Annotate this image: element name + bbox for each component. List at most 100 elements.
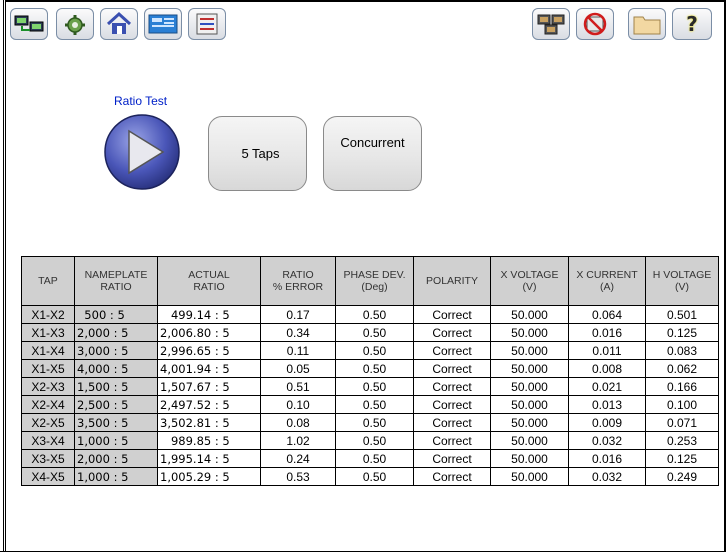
tap-cell: X1-X4 bbox=[21, 341, 75, 360]
help-button[interactable]: ? bbox=[672, 8, 712, 40]
x-current-cell: 0.013 bbox=[568, 395, 646, 414]
x-current-cell: 0.008 bbox=[568, 359, 646, 378]
h-voltage-cell: 0.166 bbox=[645, 377, 719, 396]
x-voltage-cell: 50.000 bbox=[490, 395, 569, 414]
concurrent-label: Concurrent bbox=[340, 135, 405, 150]
data-panel-icon bbox=[148, 13, 178, 35]
table-row: X1-X3 2,000 : 5 2,006.80 : 5 0.34 0.50 Correc… bbox=[21, 323, 719, 342]
tap-cell: X1-X3 bbox=[21, 323, 75, 342]
table-row: X2-X3 1,500 : 5 1,507.67 : 5 0.51 0.50 Correc… bbox=[21, 377, 719, 396]
tap-cell: X2-X5 bbox=[21, 413, 75, 432]
x-current-cell: 0.032 bbox=[568, 431, 646, 450]
actual-ratio-cell: 2,996.65 : 5 bbox=[157, 341, 261, 360]
h-voltage-cell: 0.249 bbox=[645, 467, 719, 486]
h-voltage-cell: 0.062 bbox=[645, 359, 719, 378]
polarity-cell: Correct bbox=[413, 323, 491, 342]
nameplate-cell: 1,000 : 5 bbox=[74, 431, 158, 450]
nameplate-cell: 500 : 5 bbox=[74, 305, 158, 324]
polarity-cell: Correct bbox=[413, 305, 491, 324]
settings-button[interactable] bbox=[56, 8, 94, 40]
actual-ratio-cell: 1,507.67 : 5 bbox=[157, 377, 261, 396]
concurrent-button[interactable]: Concurrent bbox=[323, 116, 422, 191]
x-voltage-cell: 50.000 bbox=[490, 323, 569, 342]
h-voltage-cell: 0.071 bbox=[645, 413, 719, 432]
table-row: X1-X2 500 : 5 499.14 : 5 0.17 0.50 Correct 5… bbox=[21, 305, 719, 324]
polarity-cell: Correct bbox=[413, 467, 491, 486]
table-row: X1-X5 4,000 : 5 4,001.94 : 5 0.05 0.50 Correc… bbox=[21, 359, 719, 378]
h-voltage-cell: 0.253 bbox=[645, 431, 719, 450]
table-row: X2-X5 3,500 : 5 3,502.81 : 5 0.08 0.50 Correc… bbox=[21, 413, 719, 432]
tap-cell: X3-X5 bbox=[21, 449, 75, 468]
x-voltage-cell: 50.000 bbox=[490, 305, 569, 324]
x-voltage-cell: 50.000 bbox=[490, 413, 569, 432]
x-voltage-cell: 50.000 bbox=[490, 341, 569, 360]
ratio-error-cell: 0.17 bbox=[260, 305, 336, 324]
x-current-cell: 0.064 bbox=[568, 305, 646, 324]
folder-button[interactable] bbox=[628, 8, 666, 40]
x-current-cell: 0.011 bbox=[568, 341, 646, 360]
actual-ratio-cell: 2,497.52 : 5 bbox=[157, 395, 261, 414]
polarity-cell: Correct bbox=[413, 431, 491, 450]
phase-dev-cell: 0.50 bbox=[335, 449, 414, 468]
results-table: TAP NAMEPLATE RATIO ACTUAL RATIO RATIO% ER… bbox=[21, 256, 719, 486]
report-button[interactable] bbox=[188, 8, 226, 40]
phase-dev-cell: 0.50 bbox=[335, 359, 414, 378]
col-header-tap: TAP bbox=[21, 256, 75, 306]
col-header-error: RATIO% ERROR bbox=[260, 256, 336, 306]
phase-dev-cell: 0.50 bbox=[335, 431, 414, 450]
test-title: Ratio Test bbox=[114, 94, 168, 108]
table-header-row: TAP NAMEPLATE RATIO ACTUAL RATIO RATIO% ER… bbox=[21, 256, 719, 306]
window-top-border bbox=[0, 0, 726, 2]
play-icon bbox=[104, 114, 180, 190]
no-record-icon bbox=[581, 11, 609, 37]
ratio-error-cell: 0.53 bbox=[260, 467, 336, 486]
phase-dev-cell: 0.50 bbox=[335, 413, 414, 432]
nameplate-cell: 3,000 : 5 bbox=[74, 341, 158, 360]
start-test-button[interactable] bbox=[103, 113, 181, 191]
h-voltage-cell: 0.125 bbox=[645, 323, 719, 342]
table-row: X2-X4 2,500 : 5 2,497.52 : 5 0.10 0.50 Correc… bbox=[21, 395, 719, 414]
actual-ratio-cell: 2,006.80 : 5 bbox=[157, 323, 261, 342]
no-record-button[interactable] bbox=[576, 8, 614, 40]
data-panel-button[interactable] bbox=[144, 8, 182, 40]
tap-cell: X1-X2 bbox=[21, 305, 75, 324]
h-voltage-cell: 0.100 bbox=[645, 395, 719, 414]
ratio-error-cell: 0.05 bbox=[260, 359, 336, 378]
x-voltage-cell: 50.000 bbox=[490, 431, 569, 450]
connection-icon bbox=[14, 13, 44, 35]
network-icon bbox=[536, 12, 566, 36]
tap-cell: X4-X5 bbox=[21, 467, 75, 486]
nameplate-cell: 1,500 : 5 bbox=[74, 377, 158, 396]
network-button[interactable] bbox=[532, 8, 570, 40]
col-header-polarity: POLARITY bbox=[413, 256, 491, 306]
taps-button[interactable]: 5 Taps bbox=[208, 116, 307, 191]
polarity-cell: Correct bbox=[413, 377, 491, 396]
col-header-x-voltage: X VOLTAGE (V) bbox=[490, 256, 569, 306]
ratio-error-cell: 0.10 bbox=[260, 395, 336, 414]
x-current-cell: 0.021 bbox=[568, 377, 646, 396]
taps-label: 5 Taps bbox=[241, 146, 280, 161]
connection-button[interactable] bbox=[10, 8, 48, 40]
x-current-cell: 0.016 bbox=[568, 323, 646, 342]
ratio-error-cell: 0.08 bbox=[260, 413, 336, 432]
x-current-cell: 0.016 bbox=[568, 449, 646, 468]
table-row: X3-X5 2,000 : 5 1,995.14 : 5 0.24 0.50 Correc… bbox=[21, 449, 719, 468]
polarity-cell: Correct bbox=[413, 413, 491, 432]
polarity-cell: Correct bbox=[413, 449, 491, 468]
phase-dev-cell: 0.50 bbox=[335, 305, 414, 324]
col-header-actual: ACTUAL RATIO bbox=[157, 256, 261, 306]
actual-ratio-cell: 4,001.94 : 5 bbox=[157, 359, 261, 378]
x-current-cell: 0.009 bbox=[568, 413, 646, 432]
table-row: X3-X4 1,000 : 5 989.85 : 5 1.02 0.50 Correct… bbox=[21, 431, 719, 450]
h-voltage-cell: 0.125 bbox=[645, 449, 719, 468]
polarity-cell: Correct bbox=[413, 395, 491, 414]
nameplate-cell: 2,500 : 5 bbox=[74, 395, 158, 414]
home-button[interactable] bbox=[100, 8, 138, 40]
tap-cell: X1-X5 bbox=[21, 359, 75, 378]
folder-icon bbox=[632, 12, 662, 36]
ratio-error-cell: 1.02 bbox=[260, 431, 336, 450]
ratio-error-cell: 0.34 bbox=[260, 323, 336, 342]
actual-ratio-cell: 499.14 : 5 bbox=[157, 305, 261, 324]
nameplate-cell: 2,000 : 5 bbox=[74, 323, 158, 342]
x-voltage-cell: 50.000 bbox=[490, 467, 569, 486]
